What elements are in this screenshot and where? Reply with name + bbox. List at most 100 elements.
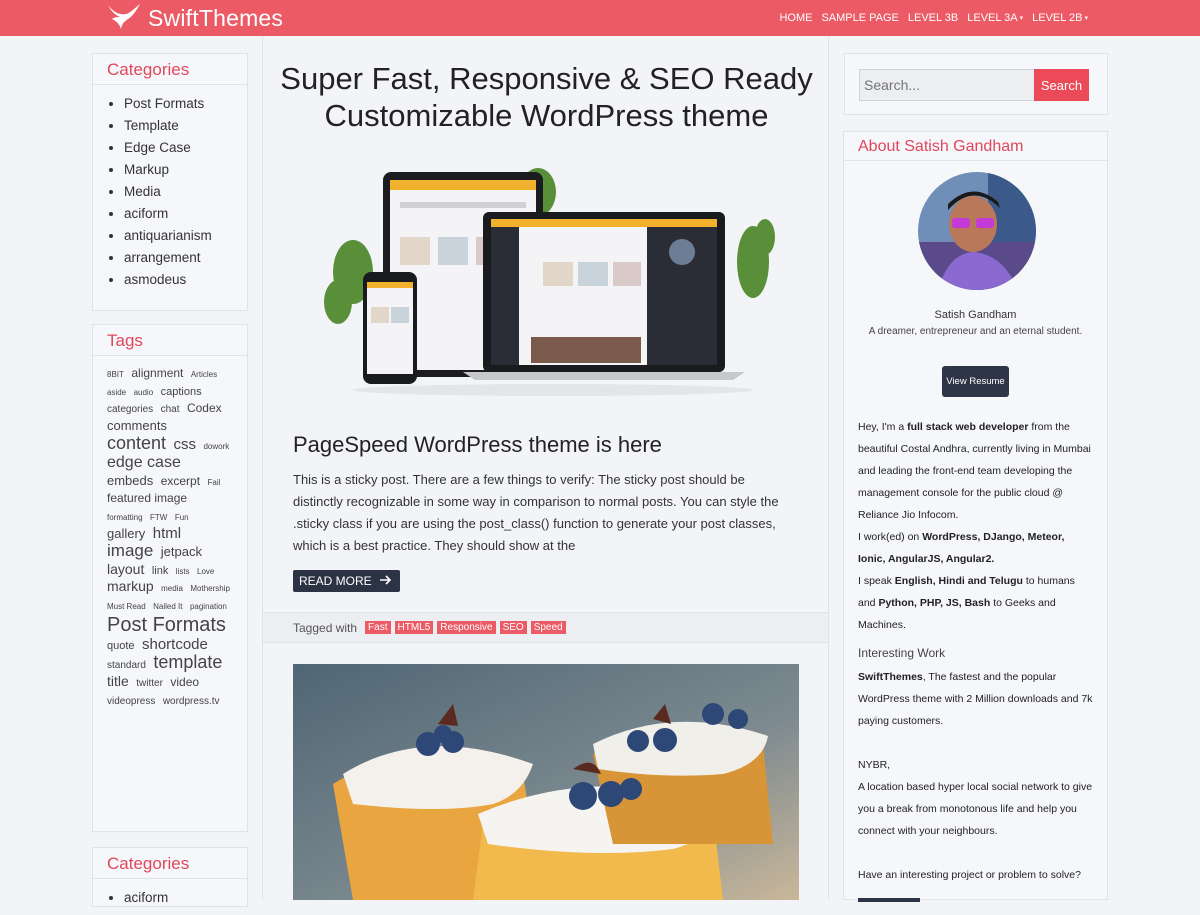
tag-link[interactable]: Fun: [175, 513, 189, 523]
post-tag-link[interactable]: Speed: [530, 621, 566, 634]
device-mockup-image: [324, 168, 775, 396]
tag-link[interactable]: layout: [107, 561, 144, 577]
hero-title: Super Fast, Responsive & SEO Ready Custo…: [263, 60, 830, 134]
category-link[interactable]: antiquarianism: [124, 225, 247, 247]
site-header: SwiftThemes HOME SAMPLE PAGE LEVEL 3B LEVEL…: [0, 0, 1200, 36]
tag-link[interactable]: pagination: [190, 602, 227, 612]
tag-link[interactable]: Mothership: [190, 585, 230, 594]
tag-link[interactable]: Nailed It: [153, 602, 182, 612]
tag-link[interactable]: FTW: [150, 513, 167, 523]
tag-link[interactable]: dowork: [203, 443, 229, 452]
tag-link[interactable]: html: [153, 525, 181, 543]
search-button[interactable]: Search: [1034, 69, 1089, 101]
category-link[interactable]: Media: [124, 181, 247, 203]
site-logo[interactable]: SwiftThemes: [106, 2, 283, 34]
category-link[interactable]: Template: [124, 115, 247, 137]
category-link[interactable]: aciform: [124, 887, 247, 909]
arrow-right-icon: [379, 574, 392, 588]
post-tag-link[interactable]: Responsive: [437, 621, 496, 634]
categories-list-2: aciform: [93, 879, 247, 915]
read-more-button[interactable]: READ MORE: [293, 570, 400, 592]
search-input[interactable]: [859, 69, 1035, 101]
nav-item-level-3b[interactable]: LEVEL 3B: [908, 12, 958, 24]
tag-link[interactable]: wordpress.tv: [163, 696, 220, 707]
post-tag-link[interactable]: Fast: [365, 621, 391, 634]
tag-link[interactable]: video: [170, 675, 199, 689]
category-link[interactable]: Edge Case: [124, 137, 247, 159]
bio-paragraph-3: I speak English, Hindi and Telugu to hum…: [858, 575, 1075, 631]
tag-link[interactable]: lists: [176, 567, 190, 577]
nav-item-sample-page[interactable]: SAMPLE PAGE: [821, 12, 898, 24]
nav-item-level-2b[interactable]: LEVEL 2B ▾: [1032, 12, 1088, 24]
tag-link[interactable]: content: [107, 434, 166, 454]
category-link[interactable]: asmodeus: [124, 269, 247, 291]
categories-title-2: Categories: [93, 848, 247, 879]
tag-link[interactable]: Must Read: [107, 602, 146, 612]
nav-item-label: SAMPLE PAGE: [821, 12, 899, 24]
bio-paragraph-2: I work(ed) on WordPress, DJango, Meteor,…: [858, 531, 1065, 565]
search-widget: Search: [844, 53, 1108, 115]
post-title-link[interactable]: PageSpeed WordPress theme is here: [293, 432, 662, 458]
tag-link[interactable]: css: [174, 437, 197, 454]
work-item-nybr-title: NYBR,: [858, 759, 891, 771]
nav-item-label: LEVEL 3A: [967, 12, 1018, 24]
tags-widget: Tags 8BIT alignment Articles aside audio…: [92, 324, 248, 832]
tag-link[interactable]: aside: [107, 388, 126, 398]
tag-link[interactable]: quote: [107, 640, 135, 652]
nav-item-label: HOME: [779, 12, 813, 24]
tag-link[interactable]: embeds: [107, 473, 153, 488]
categories-list: Post FormatsTemplateEdge CaseMarkupMedia…: [93, 85, 247, 297]
tag-link[interactable]: jetpack: [161, 544, 202, 559]
tag-link[interactable]: 8BIT: [107, 370, 124, 380]
tag-link[interactable]: featured image: [107, 492, 187, 505]
tag-link[interactable]: edge case: [107, 454, 181, 472]
category-link[interactable]: arrangement: [124, 247, 247, 269]
tag-link[interactable]: twitter: [136, 678, 163, 689]
category-link[interactable]: aciform: [124, 203, 247, 225]
tag-link[interactable]: standard: [107, 660, 146, 671]
tag-link[interactable]: markup: [107, 579, 154, 595]
tag-link[interactable]: shortcode: [142, 636, 208, 654]
tag-link[interactable]: categories: [107, 404, 153, 415]
tag-link[interactable]: formatting: [107, 513, 143, 523]
tag-link[interactable]: videopress: [107, 696, 155, 707]
tag-link[interactable]: link: [152, 565, 169, 577]
tag-link[interactable]: template: [153, 652, 222, 673]
tag-link[interactable]: Articles: [191, 370, 217, 380]
nav-item-level-3a[interactable]: LEVEL 3A ▾: [967, 12, 1023, 24]
tag-link[interactable]: chat: [161, 404, 180, 415]
main-nav: HOME SAMPLE PAGE LEVEL 3B LEVEL 3A ▾ LEVEL 2B…: [779, 0, 1088, 36]
tag-link[interactable]: image: [107, 541, 153, 561]
tag-link[interactable]: audio: [134, 388, 154, 398]
tag-link[interactable]: media: [161, 585, 183, 594]
category-link[interactable]: Markup: [124, 159, 247, 181]
cake-post-image[interactable]: [293, 664, 799, 900]
brand-name: SwiftThemes: [148, 4, 284, 31]
contact-button[interactable]: [858, 898, 920, 902]
chevron-down-icon: ▾: [1019, 15, 1024, 22]
work-item-nybr-text: A location based hyper local social netw…: [858, 781, 1093, 837]
post-tags-bar: Tagged with Fast HTML5 Responsive SEO Speed: [263, 612, 828, 643]
hero-title-line-2: Customizable WordPress theme: [324, 98, 769, 133]
tag-link[interactable]: Love: [197, 567, 214, 577]
author-tagline: A dreamer, entrepreneur and an eternal s…: [868, 326, 1083, 337]
tag-link[interactable]: excerpt: [161, 474, 200, 488]
tag-link[interactable]: Codex: [187, 401, 222, 415]
post-tag-link[interactable]: HTML5: [394, 621, 434, 634]
tag-link[interactable]: alignment: [131, 366, 183, 380]
tag-link[interactable]: gallery: [107, 526, 145, 541]
tags-title: Tags: [93, 325, 247, 356]
category-link[interactable]: Post Formats: [124, 93, 247, 115]
categories-title: Categories: [93, 54, 247, 85]
categories-widget: Categories Post FormatsTemplateEdge Case…: [92, 53, 248, 311]
tag-link[interactable]: Post Formats: [107, 614, 226, 636]
post-tag-link[interactable]: SEO: [499, 621, 527, 634]
tag-link[interactable]: Fail: [208, 478, 221, 488]
tag-link[interactable]: captions: [161, 386, 202, 398]
view-resume-button[interactable]: View Resume: [942, 366, 1009, 397]
about-widget: About Satish Gandham Satish Gandham A dr…: [843, 131, 1108, 902]
nav-item-home[interactable]: HOME: [779, 12, 812, 24]
interesting-work-heading: Interesting Work: [858, 646, 946, 660]
tag-link[interactable]: title: [107, 673, 129, 689]
tag-link[interactable]: comments: [107, 418, 167, 433]
